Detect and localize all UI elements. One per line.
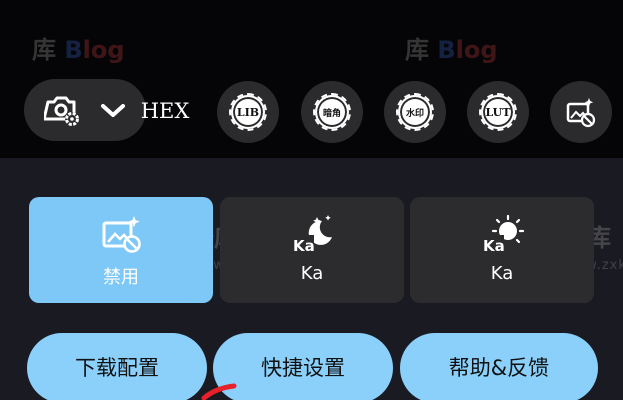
svg-text:Ka: Ka <box>483 237 505 253</box>
svg-text:Ka: Ka <box>293 237 315 253</box>
disable-image-icon <box>102 216 141 253</box>
night-ka-icon: Ka <box>292 215 332 253</box>
mode-card-night[interactable]: Ka Ka <box>220 197 404 303</box>
lib-button[interactable]: LIB <box>217 81 279 143</box>
annotation-arrow <box>201 383 237 400</box>
mode-card-disabled[interactable]: 禁用 <box>29 197 213 303</box>
watermark-text: log <box>82 36 125 64</box>
watermark-button[interactable]: 水印 <box>384 81 446 143</box>
hex-button[interactable]: HEX <box>140 96 190 126</box>
quick-settings-button[interactable]: 快捷设置 <box>213 333 393 400</box>
vignette-button[interactable]: 暗角 <box>301 81 363 143</box>
mode-card-day[interactable]: Ka Ka <box>410 197 594 303</box>
camera-settings-button[interactable] <box>24 79 146 141</box>
watermark-badge-icon: 水印 <box>396 93 434 131</box>
lib-badge-icon: LIB <box>229 93 267 131</box>
lut-button[interactable]: LUT <box>467 81 529 143</box>
vignette-label: 暗角 <box>322 108 341 119</box>
watermark-text: B <box>64 36 83 64</box>
mode-label: Ka <box>490 263 514 284</box>
lib-label: LIB <box>236 105 260 119</box>
chevron-down-icon[interactable] <box>100 100 126 120</box>
watermark-top-right: 库 Blog <box>405 30 498 65</box>
sun-ka-icon: Ka <box>482 215 524 253</box>
help-feedback-button[interactable]: 帮助&反馈 <box>400 333 598 400</box>
watermark-text: 库 <box>405 36 429 64</box>
vignette-badge-icon: 暗角 <box>313 93 351 131</box>
lut-label: LUT <box>485 105 511 119</box>
disable-toolbar-button[interactable] <box>550 81 612 143</box>
mode-label: 禁用 <box>103 267 139 288</box>
watermark-text: log <box>455 36 498 64</box>
watermark-label: 水印 <box>405 108 424 119</box>
watermark-text: B <box>437 36 456 64</box>
mode-label: Ka <box>300 263 324 284</box>
lut-badge-icon: LUT <box>479 93 517 131</box>
camera-settings-icon <box>44 96 79 126</box>
watermark-top-left: 库 Blog <box>32 30 125 65</box>
disable-image-icon <box>566 98 596 128</box>
watermark-text: 库 <box>32 36 56 64</box>
download-config-button[interactable]: 下载配置 <box>27 333 207 400</box>
